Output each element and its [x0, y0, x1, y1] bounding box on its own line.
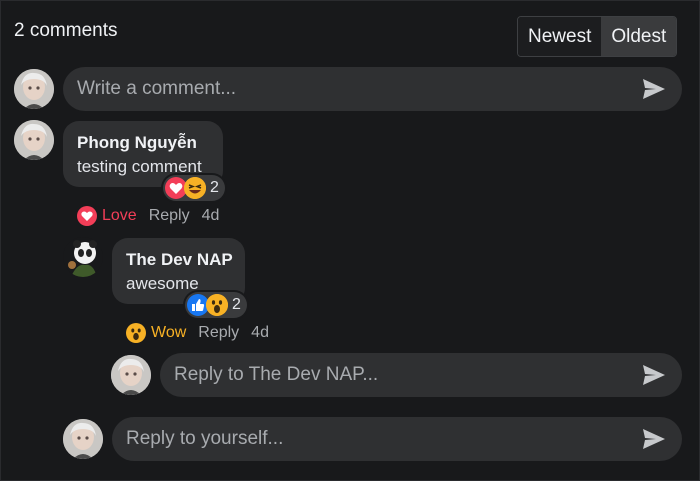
- nested-reply-input[interactable]: [160, 364, 634, 386]
- comment-input[interactable]: [63, 78, 634, 100]
- send-comment-button[interactable]: [634, 69, 674, 109]
- wow-label: Wow: [151, 324, 187, 341]
- send-icon: [643, 365, 665, 385]
- nested-reply-composer: [160, 353, 682, 397]
- love-label: Love: [102, 207, 137, 224]
- reply-timestamp[interactable]: 4d: [251, 324, 269, 342]
- current-user-avatar: [111, 355, 151, 395]
- heart-icon: [77, 206, 97, 226]
- reply-reaction-summary[interactable]: 2: [185, 292, 247, 318]
- reply-actions: Wow Reply 4d: [126, 323, 269, 343]
- wow-emoji-icon: [206, 294, 228, 316]
- comment-author-avatar[interactable]: [14, 120, 54, 160]
- wow-reaction-button[interactable]: Wow: [126, 323, 186, 343]
- self-reply-composer: [112, 417, 682, 461]
- current-user-avatar: [14, 69, 54, 109]
- send-self-reply-button[interactable]: [634, 419, 674, 459]
- timestamp[interactable]: 4d: [202, 207, 220, 225]
- reply-author-name[interactable]: The Dev NAP: [126, 248, 233, 272]
- comment-actions: Love Reply 4d: [77, 206, 219, 226]
- send-icon: [643, 79, 665, 99]
- sort-oldest-button[interactable]: Oldest: [601, 17, 677, 56]
- reply-reaction-count: 2: [232, 296, 241, 313]
- reply-author-avatar[interactable]: [63, 237, 103, 277]
- current-user-avatar: [63, 419, 103, 459]
- wow-emoji-icon: [126, 323, 146, 343]
- laughing-emoji-icon: [184, 177, 206, 199]
- self-reply-input[interactable]: [112, 428, 634, 450]
- reaction-summary[interactable]: 2: [163, 175, 225, 201]
- reply-button[interactable]: Reply: [149, 207, 190, 225]
- reply-to-reply-button[interactable]: Reply: [198, 324, 239, 342]
- send-nested-reply-button[interactable]: [634, 355, 674, 395]
- sort-newest-button[interactable]: Newest: [518, 17, 602, 56]
- love-reaction-button[interactable]: Love: [77, 206, 137, 226]
- sort-toggle: Newest Oldest: [517, 16, 678, 57]
- send-icon: [643, 429, 665, 449]
- comment-composer: [63, 67, 682, 111]
- comment-author-name[interactable]: Phong Nguyễn: [77, 131, 209, 155]
- reaction-count: 2: [210, 179, 219, 196]
- comment-count: 2 comments: [14, 20, 118, 41]
- comments-section: 2 comments Newest Oldest P: [0, 0, 700, 481]
